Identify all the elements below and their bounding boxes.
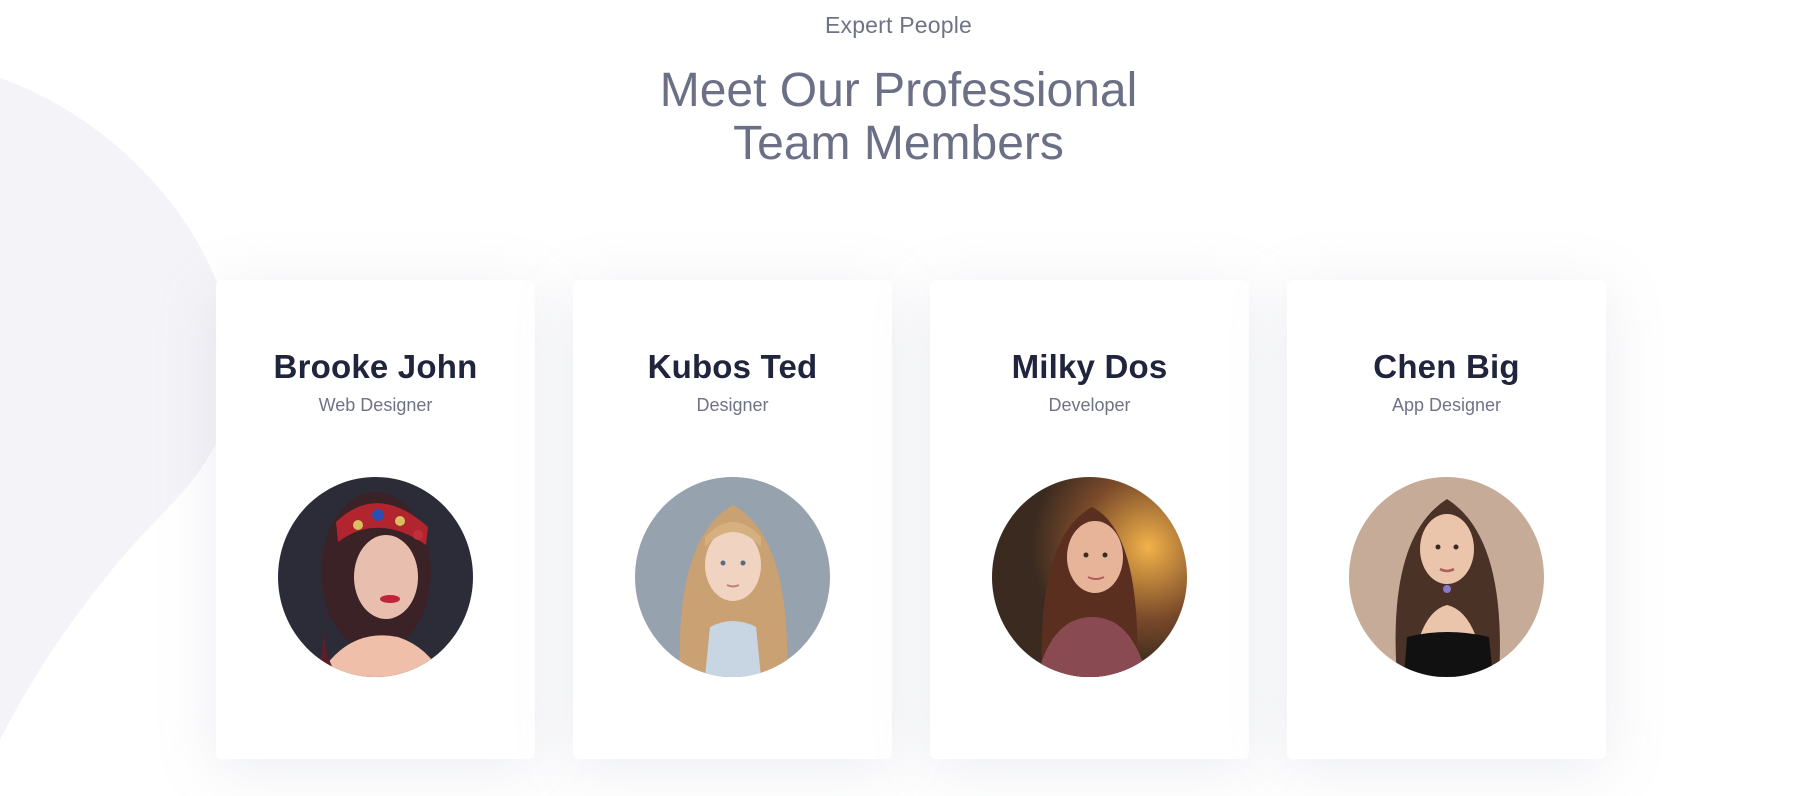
member-name: Milky Dos: [1011, 348, 1168, 385]
blonde-girl-photo: [635, 477, 830, 677]
brunette-woman-photo: [992, 477, 1187, 677]
section-title-line-2: Team Members: [733, 117, 1064, 170]
woman-with-wavy-hair-photo: [1349, 477, 1544, 677]
section-title: Meet Our Professional Team Members: [549, 64, 1249, 170]
member-photo: [1349, 477, 1544, 677]
team-section: Expert People Meet Our Professional Team…: [0, 0, 1797, 796]
member-role: Designer: [696, 395, 769, 415]
section-header: Expert People Meet Our Professional Team…: [0, 0, 1797, 170]
member-name: Kubos Ted: [647, 348, 818, 385]
member-name: Brooke John: [273, 348, 478, 385]
section-eyebrow: Expert People: [824, 12, 973, 38]
team-card-milky-dos[interactable]: Milky Dos Developer: [930, 280, 1249, 759]
section-title-line-1: Meet Our Professional: [659, 64, 1138, 117]
woman-with-jeweled-headpiece-photo: [278, 477, 473, 677]
member-name: Chen Big: [1373, 348, 1520, 385]
team-card-kubos-ted[interactable]: Kubos Ted Designer: [573, 280, 892, 759]
team-card-chen-big[interactable]: Chen Big App Designer: [1287, 280, 1606, 759]
team-card-brooke-john[interactable]: Brooke John Web Designer: [216, 280, 535, 759]
team-card-list: Brooke John Web Designer Kubos Ted Desig…: [216, 280, 1606, 759]
member-role: Web Designer: [318, 395, 433, 415]
member-photo: [278, 477, 473, 677]
member-role: Developer: [1048, 395, 1131, 415]
member-photo: [635, 477, 830, 677]
member-role: App Designer: [1391, 395, 1502, 415]
member-photo: [992, 477, 1187, 677]
